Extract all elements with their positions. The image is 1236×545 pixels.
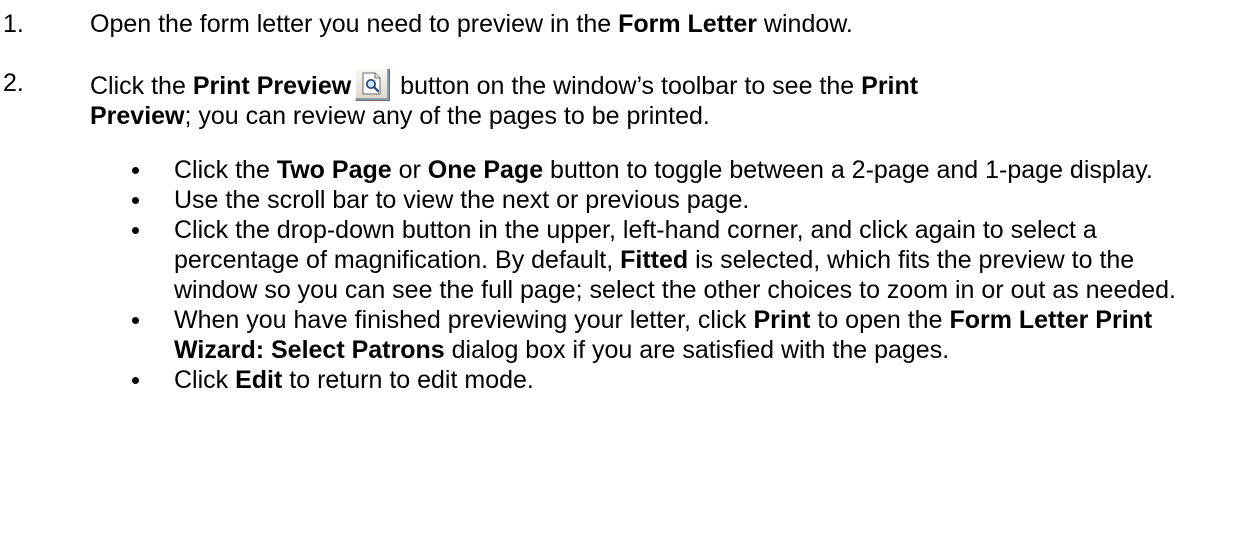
step-number: 2. — [3, 69, 24, 97]
step-text-part: window. — [756, 10, 853, 38]
item-text-part: to open the — [810, 306, 950, 334]
print-preview-icon — [362, 72, 381, 95]
ui-term-two-page: Two Page — [276, 156, 392, 184]
item-text-part: Use the scroll bar to view the next or p… — [174, 186, 750, 214]
item-text-part: to return to edit mode. — [282, 366, 534, 394]
item-text-part: When you have finished previewing your l… — [174, 306, 754, 334]
step-text-part: ; you can review any of the pages to be … — [184, 102, 710, 130]
ui-term-form-letter: Form Letter — [618, 10, 757, 38]
ui-term-print: Print — [753, 306, 811, 334]
item-text-part: dialog box if you are satisfied with the… — [444, 336, 950, 364]
bullet-dot — [132, 227, 139, 234]
bullet-dot — [132, 197, 139, 204]
bullet-dot — [132, 377, 139, 384]
item-text-part: Click — [174, 366, 236, 394]
list-item: Click the drop-down button in the upper,… — [130, 215, 1220, 305]
step-text-part: button on the window’s toolbar to see th… — [393, 72, 862, 100]
list-item: Click Edit to return to edit mode. — [130, 365, 1220, 395]
item-text-part: Click the — [174, 156, 277, 184]
list-item: Use the scroll bar to view the next or p… — [130, 185, 1220, 215]
step-text: Open the form letter you need to preview… — [90, 9, 1220, 39]
instruction-document: 1. Open the form letter you need to prev… — [0, 0, 1236, 545]
bullet-dot — [132, 317, 139, 324]
bullet-dot — [132, 167, 139, 174]
ui-term-one-page: One Page — [427, 156, 544, 184]
ui-term-preview: Preview — [90, 102, 185, 130]
bullet-list: Click the Two Page or One Page button to… — [130, 155, 1220, 395]
ui-term-print: Print — [861, 72, 919, 100]
item-text-part: button to toggle between a 2-page and 1-… — [543, 156, 1153, 184]
print-preview-toolbar-button — [355, 68, 390, 100]
step-text-part: Click the — [90, 72, 193, 100]
step-text: Click the Print Preview button on the wi… — [90, 68, 1220, 131]
ui-term-edit: Edit — [235, 366, 283, 394]
list-item: Click the Two Page or One Page button to… — [130, 155, 1220, 185]
item-text-part: or — [391, 156, 428, 184]
step-text-part: Open the form letter you need to preview… — [90, 10, 619, 38]
ui-term-print-preview: Print Preview — [192, 72, 352, 100]
ui-term-fitted: Fitted — [620, 246, 689, 274]
list-item: When you have finished previewing your l… — [130, 305, 1220, 365]
step-number: 1. — [3, 10, 24, 38]
